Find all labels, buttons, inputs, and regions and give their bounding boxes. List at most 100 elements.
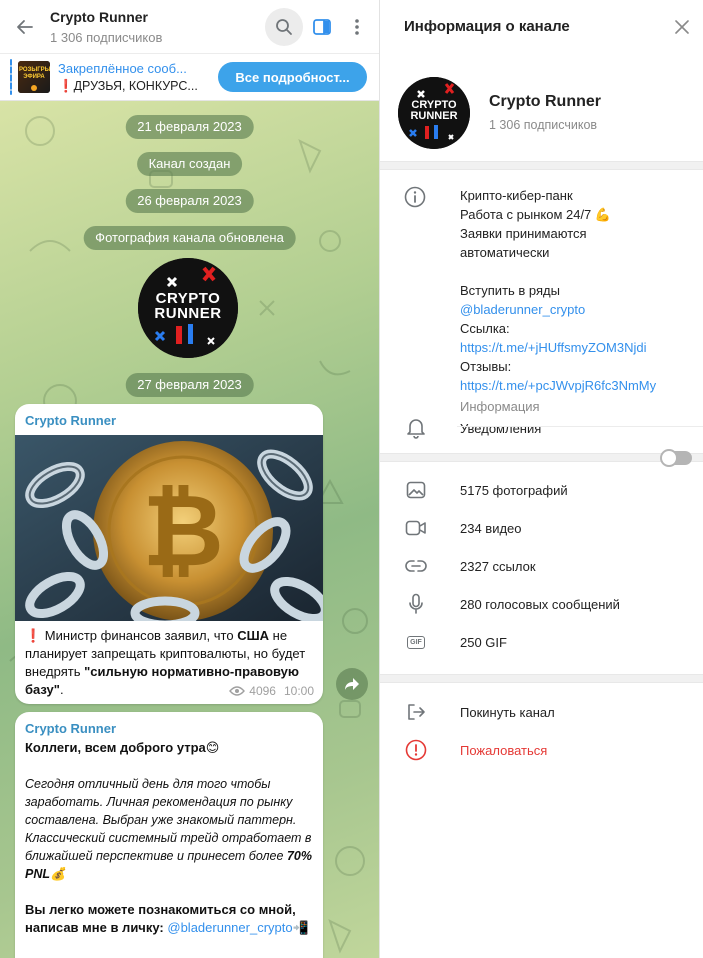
logout-icon xyxy=(404,703,428,721)
money-bag-emoji: 💰 xyxy=(50,867,66,881)
back-button[interactable] xyxy=(0,0,50,53)
chat-title-block[interactable]: Crypto Runner 1 306 подписчиков xyxy=(50,7,265,47)
gif-badge: GIF xyxy=(407,635,425,649)
info-title: Информация о канале xyxy=(404,18,570,35)
report-row[interactable]: Пожаловаться xyxy=(380,731,703,769)
sidebar-icon xyxy=(313,18,331,35)
chat-subtitle: 1 306 подписчиков xyxy=(50,29,163,45)
close-icon xyxy=(675,19,689,34)
more-vertical-icon xyxy=(355,18,359,35)
actions-list: Покинуть канал Пожаловаться xyxy=(380,683,703,769)
forward-button[interactable] xyxy=(336,668,368,700)
pinned-text: Закреплённое сооб... ❗ДРУЗЬЯ, КОНКУРС... xyxy=(58,60,204,95)
contact-link[interactable]: @bladerunner_crypto xyxy=(167,920,292,935)
channel-handle-link[interactable]: @bladerunner_crypto xyxy=(460,300,656,319)
arrow-left-icon xyxy=(17,19,33,34)
date-divider: 27 февраля 2023 xyxy=(125,373,254,397)
svg-text:₿: ₿ xyxy=(142,472,224,589)
chat-title: Crypto Runner xyxy=(50,8,148,25)
chat-header: Crypto Runner 1 306 подписчиков xyxy=(0,0,379,53)
media-row-voice[interactable]: 280 голосовых сообщений xyxy=(380,585,703,623)
section-divider xyxy=(380,674,703,683)
toggle-knob xyxy=(660,449,678,467)
section-divider xyxy=(380,161,703,170)
leave-channel-label: Покинуть канал xyxy=(460,704,555,720)
pinned-details-button[interactable]: Все подробност... xyxy=(218,62,367,92)
message-bubble[interactable]: Crypto Runner Коллеги, всем доброго утра… xyxy=(15,712,323,958)
logo-text: CRYPTO RUNNER xyxy=(398,98,470,122)
message-text-part: . xyxy=(59,682,64,697)
chat-pane: Crypto Runner 1 306 подписчиков РОЗЫГРЫШ… xyxy=(0,0,380,958)
service-message: Канал создан xyxy=(136,152,243,176)
forward-icon xyxy=(345,678,359,690)
leave-channel-row[interactable]: Покинуть канал xyxy=(380,693,703,731)
logo-line-2: RUNNER xyxy=(154,305,222,322)
link-icon xyxy=(404,559,428,573)
search-icon xyxy=(276,18,292,35)
description-line: Вступить в ряды xyxy=(460,283,560,298)
notifications-label: Уведомления xyxy=(460,420,542,436)
media-row-photos[interactable]: 5175 фотографий xyxy=(380,471,703,509)
pinned-title: Закреплённое сооб... xyxy=(58,60,187,76)
date-divider: 26 февраля 2023 xyxy=(125,189,254,213)
message-author[interactable]: Crypto Runner xyxy=(15,712,323,737)
description-line: Крипто-кибер-панк xyxy=(460,188,573,203)
description-caption: Информация xyxy=(460,399,540,414)
report-label: Пожаловаться xyxy=(460,742,548,758)
logo-line-1: CRYPTO xyxy=(411,98,457,111)
message-greeting: Коллеги, всем доброго утра😊 xyxy=(25,740,220,755)
gif-label: 250 GIF xyxy=(460,634,507,650)
channel-photo-update[interactable]: CRYPTO RUNNER xyxy=(138,258,238,358)
channel-subscribers: 1 306 подписчиков xyxy=(489,118,598,132)
channel-name: Crypto Runner xyxy=(489,93,601,110)
info-icon xyxy=(404,186,428,428)
microphone-icon xyxy=(404,593,428,615)
message-bubble[interactable]: Crypto Runner ₿ ❗ Министр финансов заяви… xyxy=(15,404,323,704)
videos-label: 234 видео xyxy=(460,520,522,536)
phone-emoji: 📲 xyxy=(292,920,309,935)
bell-icon xyxy=(404,417,428,439)
service-message: Фотография канала обновлена xyxy=(83,226,296,250)
search-button[interactable] xyxy=(265,7,303,46)
sidebar-toggle-button[interactable] xyxy=(303,8,341,46)
eye-icon xyxy=(229,686,246,696)
logo-line-1: CRYPTO xyxy=(155,290,221,307)
media-row-gif[interactable]: GIF 250 GIF xyxy=(380,623,703,661)
close-button[interactable] xyxy=(667,12,697,42)
description-line: Работа с рынком 24/7 💪 xyxy=(460,207,612,222)
message-italic-text: Сегодня отличный день для того чтобы зар… xyxy=(15,757,323,883)
channel-name-block: Crypto Runner 1 306 подписчиков xyxy=(470,93,601,132)
pinned-description: ❗ДРУЗЬЯ, КОНКУРС... xyxy=(58,78,198,93)
message-text-part: ❗ Министр финансов заявил, что xyxy=(25,628,238,643)
media-list: 5175 фотографий 234 видео 2327 ссылок 28… xyxy=(380,462,703,661)
channel-avatar[interactable]: CRYPTO RUNNER xyxy=(398,76,470,149)
message-meta: 4096 10:00 xyxy=(229,684,314,698)
description-text: Крипто-кибер-панк Работа с рынком 24/7 💪… xyxy=(460,186,656,428)
notifications-toggle[interactable] xyxy=(660,449,692,467)
media-row-links[interactable]: 2327 ссылок xyxy=(380,547,703,585)
more-button[interactable] xyxy=(341,8,373,46)
section-divider xyxy=(380,453,703,462)
voice-label: 280 голосовых сообщений xyxy=(460,596,620,612)
reviews-link[interactable]: https://t.me/+pcJWvpjR6fc3NmMy xyxy=(460,376,656,395)
message-text-part: Сегодня отличный день для того чтобы зар… xyxy=(25,777,312,863)
logo-line-2: RUNNER xyxy=(410,109,458,122)
report-icon xyxy=(404,739,428,761)
video-icon xyxy=(404,520,428,536)
pinned-message-bar[interactable]: РОЗЫГРЫШ ЭФИРА Закреплённое сооб... ❗ДРУ… xyxy=(0,53,379,101)
message-author[interactable]: Crypto Runner xyxy=(15,404,323,429)
media-row-videos[interactable]: 234 видео xyxy=(380,509,703,547)
message-photo[interactable]: ₿ xyxy=(15,435,323,621)
channel-info-panel: Информация о канале CRYPTO RUNNER Crypto… xyxy=(380,0,703,958)
pinned-thumbnail: РОЗЫГРЫШ ЭФИРА xyxy=(18,61,50,93)
photos-label: 5175 фотографий xyxy=(460,482,568,498)
links-label: 2327 ссылок xyxy=(460,558,536,574)
channel-description: Крипто-кибер-панк Работа с рынком 24/7 💪… xyxy=(380,170,703,428)
logo-text: CRYPTO RUNNER xyxy=(138,291,238,321)
description-line: Заявки принимаются xyxy=(460,226,587,241)
gif-icon: GIF xyxy=(404,635,428,649)
row-divider xyxy=(457,426,703,427)
invite-link[interactable]: https://t.me/+jHUffsmyZOM3Njdi xyxy=(460,338,656,357)
description-line: Ссылка: xyxy=(460,321,510,336)
photo-icon xyxy=(404,481,428,499)
